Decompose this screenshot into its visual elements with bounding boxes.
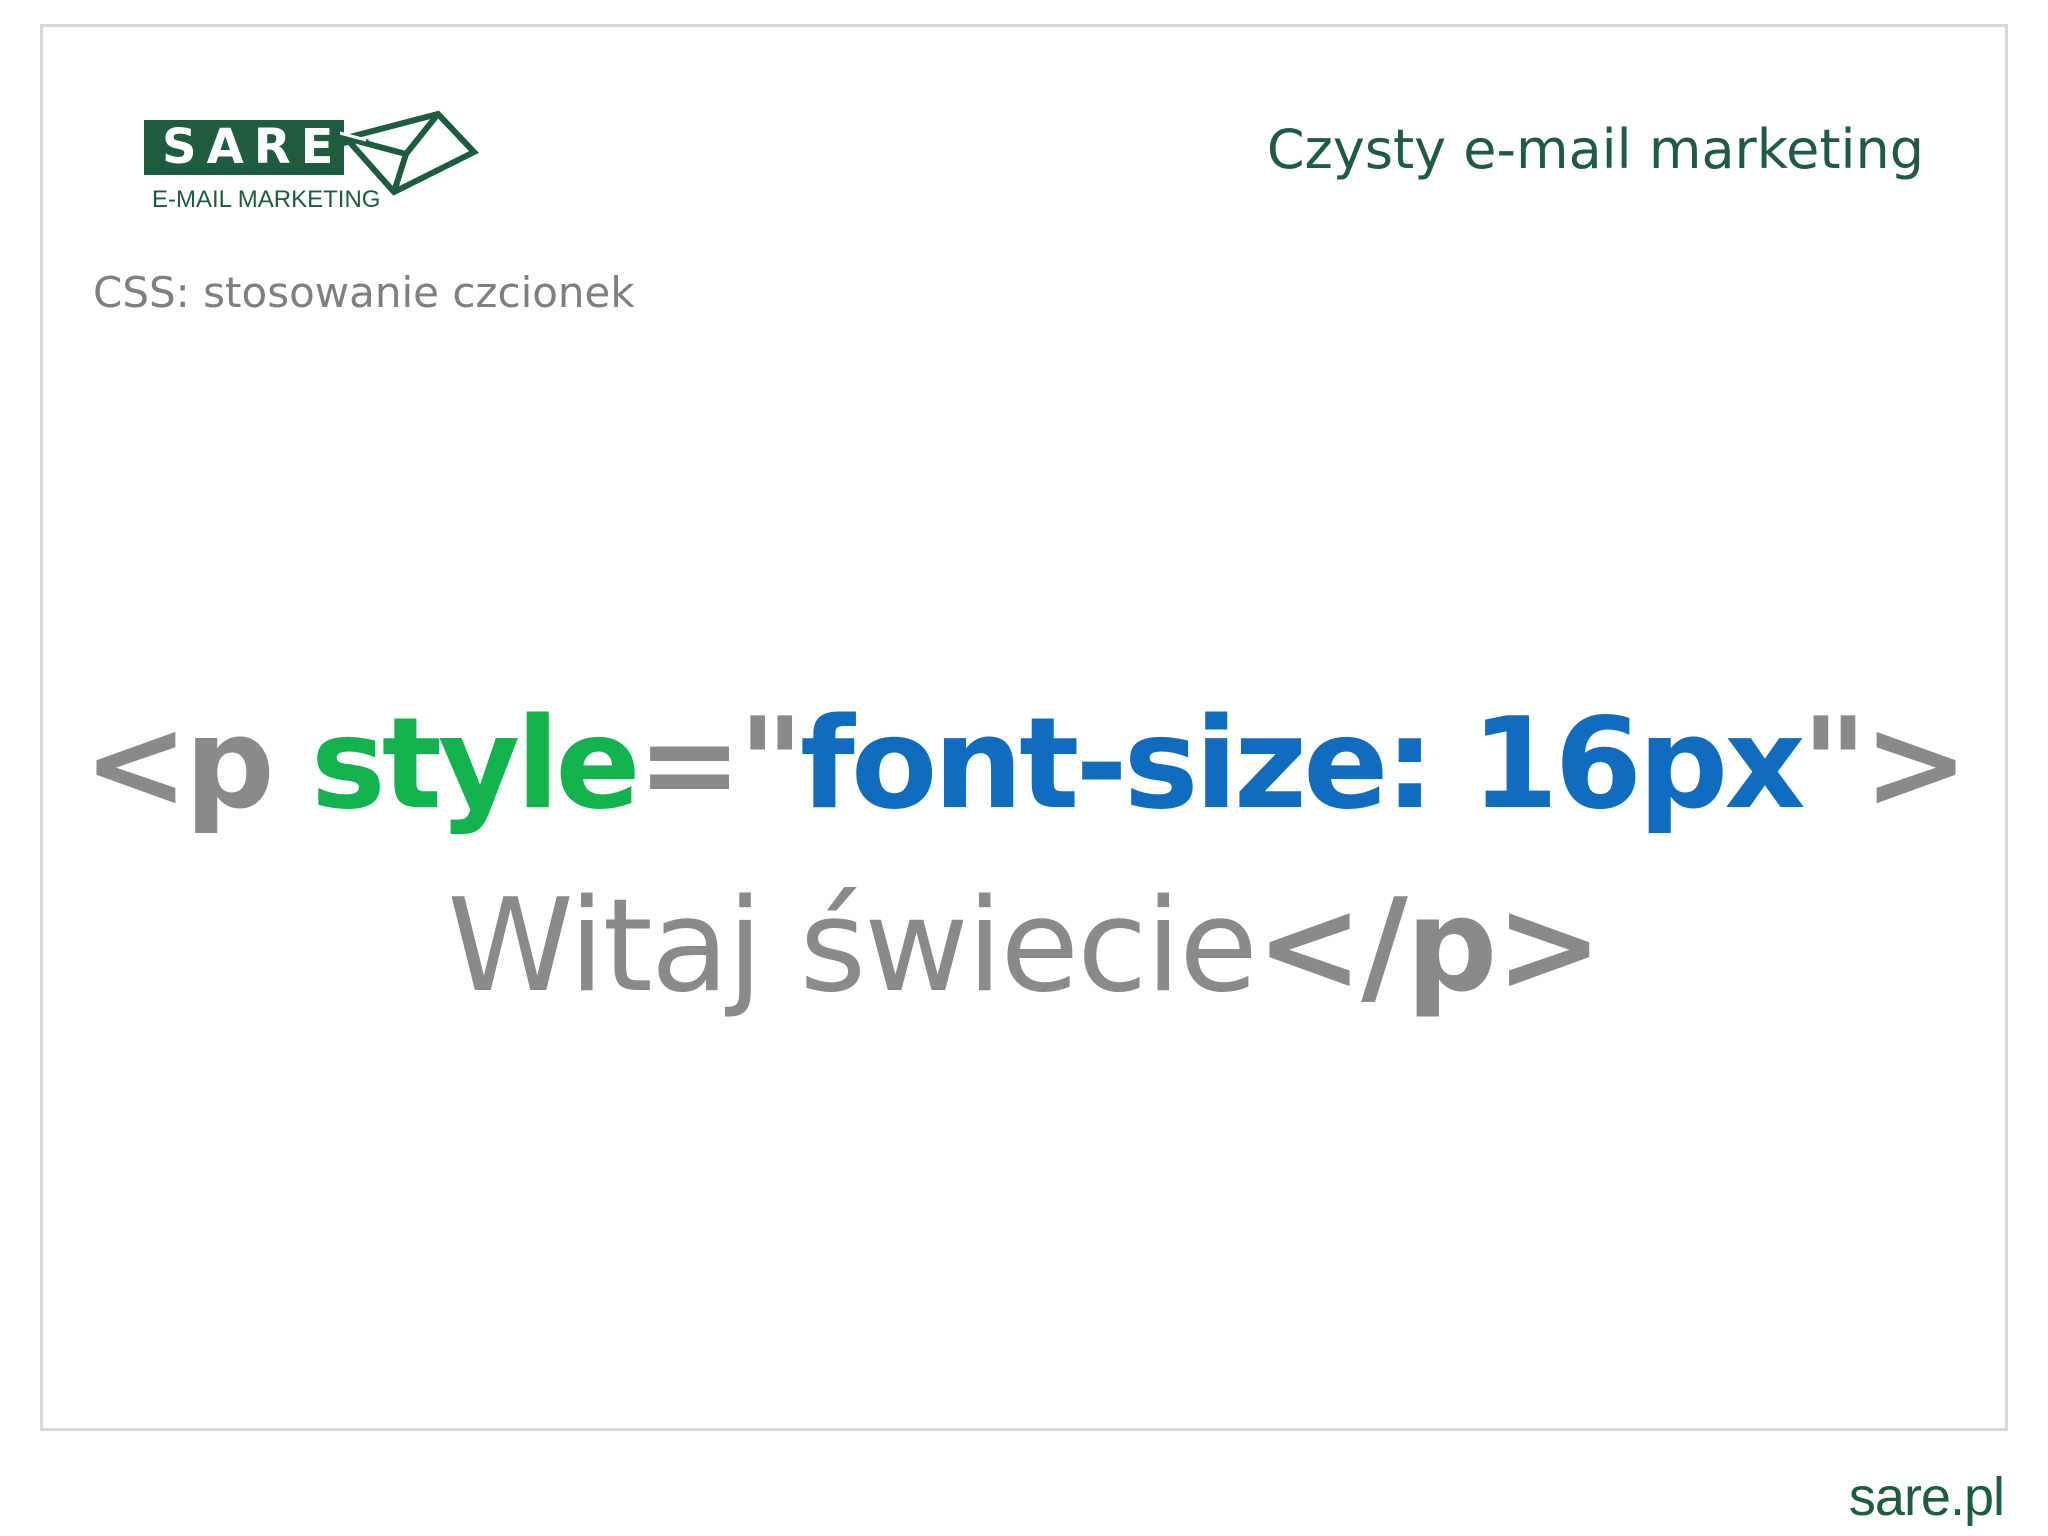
code-text-content: Witaj świecie	[447, 872, 1258, 1021]
footer-brand[interactable]: sare.pl	[1849, 1466, 2005, 1528]
logo-tagline: E-MAIL MARKETING	[152, 186, 381, 213]
slide-title: CSS: stosowanie czcionek	[93, 268, 635, 317]
sare-logo: SARE E-MAIL MARKETING	[144, 110, 479, 218]
code-line-opening-tag: <p style="font-size: 16px">	[0, 690, 2048, 837]
code-close-quote: ">	[1801, 690, 1969, 837]
code-open-tag: <p	[83, 690, 311, 837]
code-attr-name: style	[310, 690, 641, 837]
page: SARE E-MAIL MARKETING Czysty e-mail mark…	[0, 0, 2048, 1536]
code-equals-quote: ="	[636, 690, 804, 837]
code-close-tag: </p>	[1255, 872, 1603, 1021]
code-line-content: Witaj świecie</p>	[0, 872, 2048, 1021]
code-attr-value: font-size: 16px	[800, 690, 1806, 837]
header-tagline: Czysty e-mail marketing	[1266, 118, 1924, 181]
logo-wordmark: SARE	[144, 120, 344, 175]
